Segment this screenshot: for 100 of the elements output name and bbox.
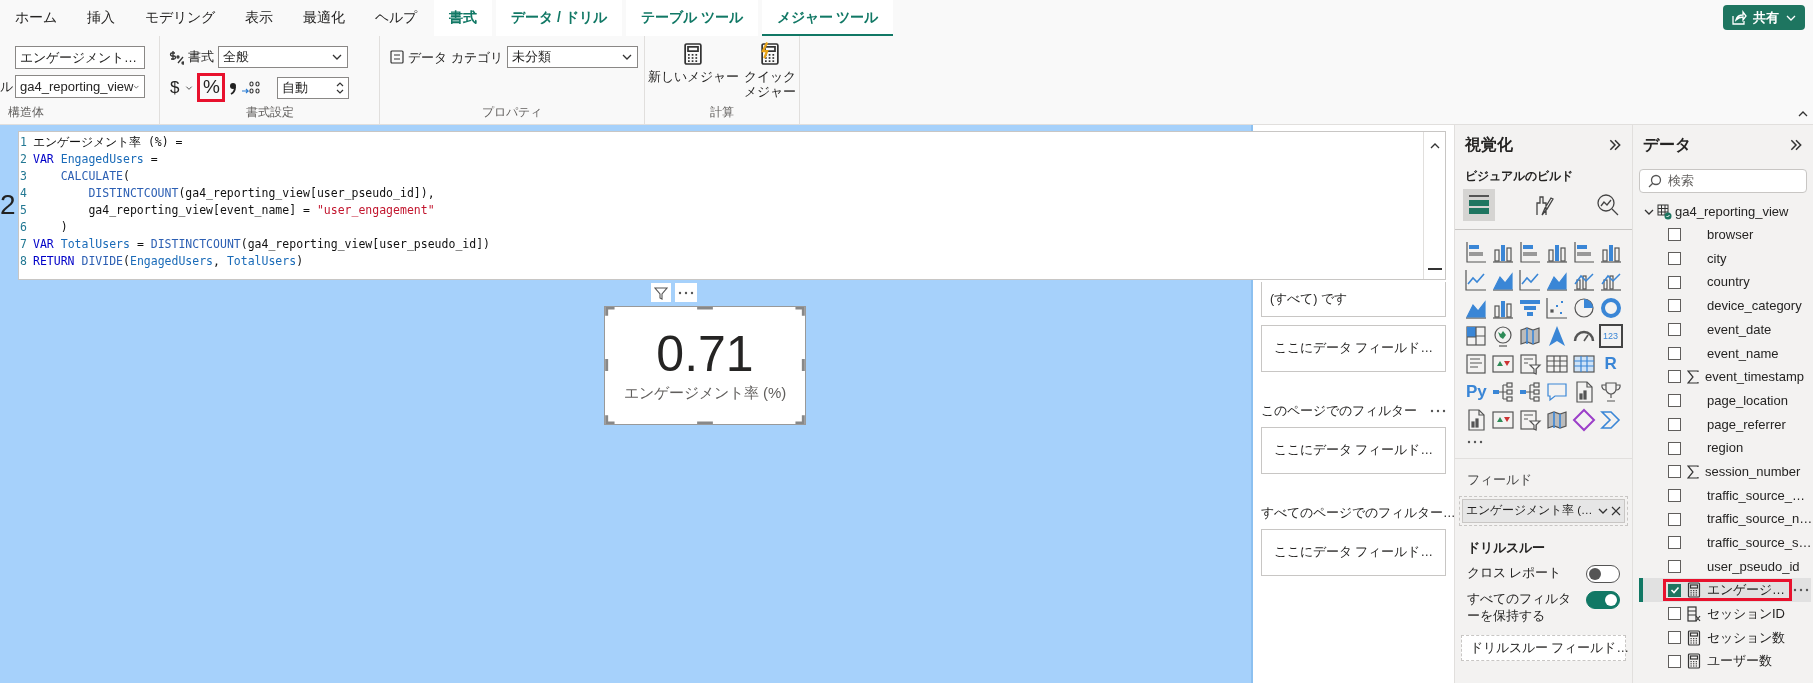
- filter-well[interactable]: (すべて) です: [1261, 282, 1446, 317]
- format-dropdown[interactable]: 全般: [218, 46, 348, 68]
- scatter-chart-icon[interactable]: [1544, 296, 1569, 320]
- ribbon-tab[interactable]: メジャー ツール: [761, 0, 894, 36]
- table-name[interactable]: ga4_reporting_view: [1675, 202, 1789, 222]
- checkbox[interactable]: [1668, 275, 1681, 289]
- field-row[interactable]: event_date: [1639, 317, 1811, 342]
- table-dropdown[interactable]: ga4_reporting_view: [15, 75, 145, 98]
- diamond-icon[interactable]: [1571, 408, 1596, 432]
- ribbon-tab[interactable]: 書式: [434, 0, 492, 36]
- ribbon-tab[interactable]: 表示: [230, 0, 288, 36]
- field-row[interactable]: ユーザー数: [1639, 649, 1811, 674]
- line-chart-icon[interactable]: [1464, 268, 1489, 292]
- field-row[interactable]: セッションID: [1639, 602, 1811, 626]
- checkbox[interactable]: [1668, 252, 1681, 266]
- tree-diagram-icon[interactable]: [1518, 380, 1543, 404]
- field-row[interactable]: page_location: [1639, 388, 1811, 413]
- card-visual[interactable]: 0.71 エンゲージメント率 (%): [604, 306, 806, 425]
- kpi-icon[interactable]: [1491, 408, 1516, 432]
- filter-well[interactable]: ここにデータ フィールド…: [1261, 426, 1446, 474]
- more-icon[interactable]: [678, 290, 694, 295]
- checkbox[interactable]: [1668, 323, 1681, 337]
- pie-chart-icon[interactable]: [1571, 296, 1596, 320]
- card-visual-icon[interactable]: 123: [1598, 324, 1623, 348]
- comma-style-icon[interactable]: [229, 80, 238, 95]
- checkbox[interactable]: [1668, 441, 1681, 455]
- field-row[interactable]: エンゲージ…: [1639, 578, 1811, 602]
- field-row[interactable]: traffic_source_s…: [1639, 530, 1811, 555]
- line-chart-icon[interactable]: [1518, 268, 1543, 292]
- ribbon-tab[interactable]: ヘルプ: [360, 0, 432, 36]
- checkbox[interactable]: [1668, 654, 1681, 668]
- checkbox[interactable]: [1668, 631, 1681, 645]
- ribbon-tab[interactable]: モデリング: [130, 0, 230, 36]
- checkbox[interactable]: [1668, 417, 1681, 431]
- field-row[interactable]: browser: [1639, 223, 1811, 247]
- field-row[interactable]: traffic_source_…: [1639, 483, 1811, 508]
- checkbox[interactable]: [1668, 346, 1681, 360]
- share-button[interactable]: 共有: [1723, 5, 1805, 30]
- field-row[interactable]: traffic_source_n…: [1639, 507, 1811, 531]
- field-row[interactable]: country: [1639, 270, 1811, 295]
- checkbox[interactable]: [1668, 488, 1681, 502]
- field-row[interactable]: device_category: [1639, 294, 1811, 318]
- checkbox[interactable]: [1668, 228, 1681, 242]
- filter-well[interactable]: ここにデータ フィールド…: [1261, 325, 1446, 372]
- spinner-icon[interactable]: [336, 80, 345, 95]
- checkbox[interactable]: [1668, 607, 1681, 621]
- field-row[interactable]: city: [1639, 246, 1811, 271]
- build-mode-tab[interactable]: [1463, 189, 1495, 221]
- more-options-icon[interactable]: [1793, 588, 1809, 593]
- more-visuals-icon[interactable]: [1467, 440, 1483, 444]
- slicer-icon[interactable]: [1518, 352, 1543, 376]
- toggle-switch[interactable]: [1586, 565, 1620, 584]
- treemap-icon[interactable]: [1464, 324, 1489, 348]
- field-row[interactable]: event_timestamp: [1639, 365, 1811, 389]
- field-row[interactable]: page_referrer: [1639, 412, 1811, 437]
- checkbox[interactable]: [1668, 465, 1681, 479]
- minimize-icon[interactable]: [1427, 267, 1442, 271]
- checkbox[interactable]: [1668, 370, 1681, 384]
- ribbon-button[interactable]: クイックメジャー: [741, 42, 799, 100]
- measure-name-field[interactable]: エンゲージメント…: [15, 46, 145, 69]
- ribbon-tab[interactable]: ホーム: [0, 0, 72, 36]
- map-icon[interactable]: [1518, 324, 1543, 348]
- close-icon[interactable]: [1611, 505, 1621, 516]
- filter-icon[interactable]: [654, 285, 668, 300]
- table-icon[interactable]: [1544, 352, 1569, 376]
- ribbon-button[interactable]: 新しいメジャー: [645, 42, 741, 85]
- field-row[interactable]: session_number: [1639, 459, 1811, 484]
- bar-chart-icon[interactable]: [1571, 240, 1596, 264]
- filter-well[interactable]: ここにデータ フィールド…: [1261, 528, 1446, 576]
- checkbox[interactable]: [1668, 512, 1681, 526]
- search-field[interactable]: 検索: [1639, 169, 1807, 193]
- matrix-icon[interactable]: [1571, 352, 1596, 376]
- ribbon-tab[interactable]: 最適化: [288, 0, 360, 36]
- data-category-dropdown[interactable]: 未分類: [506, 46, 638, 68]
- ribbon-tab[interactable]: テーブル ツール: [625, 0, 758, 36]
- bar-chart-icon[interactable]: [1464, 240, 1489, 264]
- checkbox[interactable]: [1668, 559, 1681, 573]
- checkbox[interactable]: [1668, 536, 1681, 550]
- field-row[interactable]: event_name: [1639, 341, 1811, 366]
- multi-row-card-icon[interactable]: [1464, 352, 1489, 376]
- currency-button[interactable]: $: [168, 74, 182, 101]
- checkbox[interactable]: [1668, 299, 1681, 313]
- decimal-places-icon[interactable]: [241, 79, 262, 96]
- field-row[interactable]: region: [1639, 436, 1811, 460]
- chevrons-icon[interactable]: [1598, 408, 1623, 432]
- toggle-switch[interactable]: [1586, 591, 1620, 610]
- field-chip[interactable]: エンゲージメント率 (…: [1462, 498, 1625, 523]
- ribbon-tab[interactable]: 挿入: [72, 0, 130, 36]
- bar-chart-icon[interactable]: [1518, 240, 1543, 264]
- decimal-places-field[interactable]: 自動: [277, 76, 350, 99]
- donut-chart-icon[interactable]: [1598, 296, 1623, 320]
- field-row[interactable]: user_pseudo_id: [1639, 554, 1811, 579]
- tree-diagram-icon[interactable]: [1491, 380, 1516, 404]
- checkbox[interactable]: [1668, 394, 1681, 408]
- slicer-icon[interactable]: [1518, 408, 1543, 432]
- drillthrough-well[interactable]: ドリルスルー フィールド…: [1461, 635, 1626, 662]
- field-row[interactable]: セッション数: [1639, 625, 1811, 650]
- map-icon[interactable]: [1544, 408, 1569, 432]
- ribbon-tab[interactable]: データ / ドリル: [496, 0, 622, 36]
- more-icon[interactable]: [1430, 409, 1446, 414]
